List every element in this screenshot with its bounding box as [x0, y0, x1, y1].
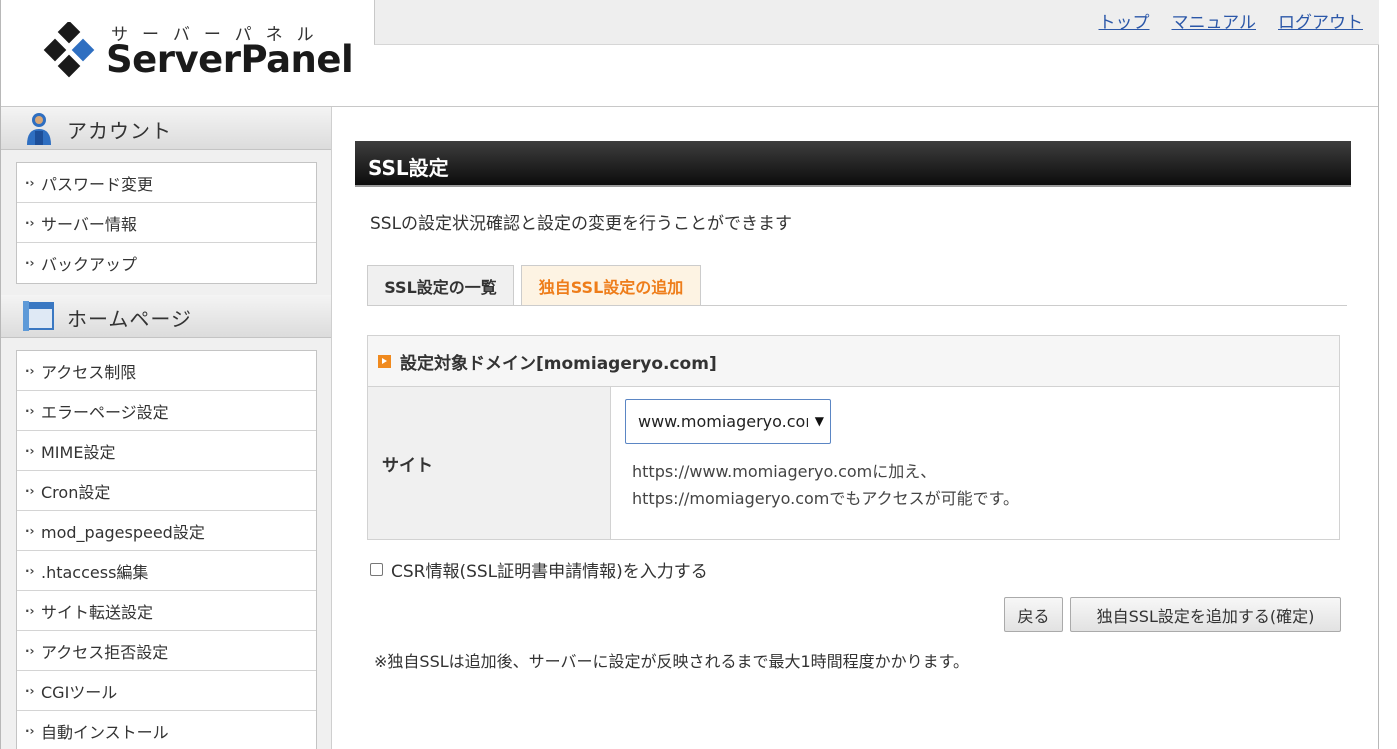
dropdown-caret-icon: ▼	[814, 414, 824, 428]
sidebar-item-htaccess[interactable]: ·› .htaccess編集	[17, 551, 316, 591]
panel-heading: 設定対象ドメイン[momiageryo.com]	[400, 353, 717, 374]
user-icon	[27, 113, 51, 145]
sidebar-section-title: ホームページ	[67, 307, 192, 331]
arrow-icon: ·›	[25, 256, 35, 270]
sidebar-item-password[interactable]: ·› パスワード変更	[17, 163, 316, 203]
sidebar-account-list: ·› パスワード変更 ·› サーバー情報 ·› バックアップ	[16, 162, 317, 284]
logo-name: ServerPanel	[106, 38, 354, 81]
site-select[interactable]: www.momiageryo.com ▼	[625, 399, 831, 444]
logo[interactable]: サーバーパネル ServerPanel	[1, 0, 374, 106]
site-select-value: www.momiageryo.com	[638, 412, 808, 431]
arrow-icon: ·›	[25, 175, 35, 190]
sidebar-item-access-limit[interactable]: ·› アクセス制限	[17, 351, 316, 391]
nav-logout-link[interactable]: ログアウト	[1278, 8, 1363, 33]
arrow-icon: ·›	[25, 724, 35, 738]
page-title: SSL設定	[368, 156, 449, 180]
sidebar-item-error-page[interactable]: ·› エラーページ設定	[17, 391, 316, 431]
sidebar-section-homepage: ホームページ	[1, 295, 331, 338]
tab-add-ssl[interactable]: 独自SSL設定の追加	[521, 265, 701, 305]
sidebar-item-access-deny[interactable]: ·› アクセス拒否設定	[17, 631, 316, 671]
app-frame: サーバーパネル ServerPanel トップ マニュアル ログアウト アカウン…	[0, 0, 1379, 749]
sidebar-item-mime[interactable]: ·› MIME設定	[17, 431, 316, 471]
confirm-add-ssl-button[interactable]: 独自SSL設定を追加する(確定)	[1070, 597, 1341, 632]
arrow-icon: ·›	[25, 643, 35, 658]
page-title-bar: SSL設定	[355, 141, 1351, 187]
sidebar-item-server-info[interactable]: ·› サーバー情報	[17, 203, 316, 243]
sidebar-homepage-list: ·› アクセス制限 ·› エラーページ設定 ·› MIME設定 ·› Cron設定 ·›…	[16, 350, 317, 749]
arrow-icon: ·›	[25, 603, 35, 618]
sidebar-item-cgi[interactable]: ·› CGIツール	[17, 671, 316, 711]
sidebar-item-backup[interactable]: ·› バックアップ	[17, 243, 316, 283]
back-button[interactable]: 戻る	[1004, 597, 1063, 632]
csr-label: CSR情報(SSL証明書申請情報)を入力する	[391, 562, 708, 582]
csr-checkbox[interactable]	[370, 563, 383, 576]
arrow-icon: ·›	[25, 523, 35, 538]
nav-manual-link[interactable]: マニュアル	[1172, 8, 1257, 33]
arrow-icon: ·›	[25, 215, 35, 230]
diamond-logo-icon	[43, 22, 95, 78]
sidebar-section-account: アカウント	[1, 107, 331, 150]
sidebar-item-cron[interactable]: ·› Cron設定	[17, 471, 316, 511]
sidebar-item-pagespeed[interactable]: ·› mod_pagespeed設定	[17, 511, 316, 551]
top-navigation: トップ マニュアル ログアウト	[374, 0, 1379, 45]
footnote: ※独自SSLは追加後、サーバーに設定が反映されるまで最大1時間程度かかります。	[374, 652, 970, 671]
arrow-icon: ·›	[25, 363, 35, 378]
sidebar-item-auto-install[interactable]: ·› 自動インストール	[17, 711, 316, 749]
arrow-icon: ·›	[25, 563, 35, 578]
domain-settings-panel: 設定対象ドメイン[momiageryo.com] サイト www.momiage…	[367, 335, 1340, 540]
panel-header: 設定対象ドメイン[momiageryo.com]	[368, 336, 1339, 387]
arrow-icon: ·›	[25, 683, 35, 698]
orange-arrow-icon	[378, 354, 391, 368]
page-description: SSLの設定状況確認と設定の変更を行うことができます	[370, 214, 793, 234]
nav-top-link[interactable]: トップ	[1099, 8, 1150, 33]
site-note: https://www.momiageryo.comに加え、 https://m…	[632, 462, 1019, 508]
tab-bar: SSL設定の一覧 独自SSL設定の追加	[367, 265, 1347, 306]
arrow-icon: ·›	[25, 443, 35, 458]
site-label: サイト	[368, 387, 611, 539]
csr-option[interactable]: CSR情報(SSL証明書申請情報)を入力する	[370, 557, 708, 582]
tab-ssl-list[interactable]: SSL設定の一覧	[367, 265, 514, 305]
sidebar-item-site-redirect[interactable]: ·› サイト転送設定	[17, 591, 316, 631]
arrow-icon: ·›	[25, 483, 35, 498]
sidebar: アカウント ·› パスワード変更 ·› サーバー情報 ·› バックアップ ホームページ…	[1, 107, 332, 749]
sidebar-section-title: アカウント	[67, 119, 172, 143]
arrow-icon: ·›	[25, 403, 35, 418]
webpage-icon	[23, 301, 54, 331]
